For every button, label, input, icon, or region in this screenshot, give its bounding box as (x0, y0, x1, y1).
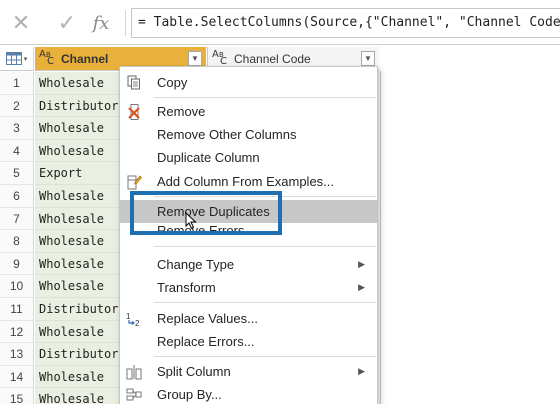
formula-bar-divider (125, 10, 126, 36)
menu-item-label: Replace Errors... (157, 334, 255, 349)
row-number: 7 (0, 207, 34, 231)
row-number: 1 (0, 72, 34, 95)
replace-values-icon: 12 (125, 310, 143, 327)
menu-item-label: Remove Other Columns (157, 127, 297, 142)
menu-item-remove-other-columns[interactable]: Remove Other Columns (120, 123, 377, 146)
menu-separator (154, 302, 376, 303)
menu-item-replace-errors[interactable]: Replace Errors... (120, 330, 377, 353)
menu-item-label: Add Column From Examples... (157, 174, 335, 189)
row-number: 4 (0, 139, 34, 163)
row-number: 2 (0, 94, 34, 118)
row-number: 13 (0, 343, 34, 366)
column-header-label: Channel Code (234, 51, 311, 66)
row-number: 12 (0, 320, 34, 344)
table-menu-button[interactable]: ▾ (0, 47, 34, 71)
menu-item-label: Replace Values... (157, 311, 258, 326)
menu-separator (154, 246, 376, 247)
column-context-menu: Copy Remove Remove Other Columns Duplica… (119, 66, 378, 404)
menu-item-label: Group By... (157, 387, 222, 402)
check-icon[interactable]: ✓ (52, 10, 82, 36)
menu-item-add-column-from-examples[interactable]: Add Column From Examples... (120, 170, 377, 193)
menu-item-remove[interactable]: Remove (120, 100, 377, 123)
add-column-examples-icon (125, 173, 143, 190)
fx-button[interactable]: fx (86, 10, 116, 36)
menu-item-label: Change Type (157, 257, 235, 272)
text-type-icon[interactable]: ACB (39, 49, 57, 67)
menu-item-transform[interactable]: Transform ▶ (120, 276, 377, 299)
menu-item-group-by[interactable]: Group By... (120, 383, 377, 404)
split-column-icon (125, 363, 143, 380)
row-number: 8 (0, 230, 34, 253)
menu-item-label: Transform (157, 280, 216, 295)
formula-input[interactable]: = Table.SelectColumns(Source,{"Channel",… (131, 8, 560, 38)
formula-bar: ✕ ✓ fx = Table.SelectColumns(Source,{"Ch… (0, 0, 560, 45)
row-number: 5 (0, 162, 34, 185)
menu-item-copy[interactable]: Copy (120, 71, 377, 94)
menu-item-label: Duplicate Column (157, 150, 260, 165)
row-number: 11 (0, 298, 34, 321)
submenu-arrow-icon: ▶ (358, 366, 365, 376)
menu-separator (154, 356, 376, 357)
row-number: 15 (0, 388, 34, 404)
column-filter-dropdown[interactable]: ▼ (188, 51, 202, 66)
row-number: 10 (0, 275, 34, 298)
row-number: 3 (0, 117, 34, 140)
menu-item-duplicate-column[interactable]: Duplicate Column (120, 146, 377, 169)
highlight-box (130, 191, 282, 235)
menu-item-split-column[interactable]: Split Column ▶ (120, 360, 377, 383)
column-filter-dropdown[interactable]: ▼ (361, 51, 375, 66)
menu-item-label: Split Column (157, 364, 231, 379)
menu-item-label: Remove (157, 104, 206, 119)
submenu-arrow-icon: ▶ (358, 282, 365, 292)
menu-separator (154, 97, 376, 98)
row-number: 6 (0, 185, 34, 208)
remove-column-icon (125, 103, 143, 120)
row-number: 14 (0, 365, 34, 389)
menu-item-change-type[interactable]: Change Type ▶ (120, 253, 377, 276)
close-icon[interactable]: ✕ (6, 10, 36, 36)
empty-grid-area (380, 71, 560, 404)
column-header-label: Channel (61, 51, 109, 66)
chevron-down-icon: ▾ (23, 55, 28, 63)
text-type-icon[interactable]: ACB (212, 49, 230, 67)
mouse-cursor-icon (185, 212, 197, 230)
svg-text:2: 2 (135, 319, 140, 327)
row-number: 9 (0, 252, 34, 276)
menu-item-label: Copy (157, 75, 188, 90)
svg-text:1: 1 (126, 312, 131, 321)
table-icon (5, 52, 22, 65)
menu-item-replace-values[interactable]: 12 Replace Values... (120, 307, 377, 330)
copy-icon (125, 74, 143, 91)
group-by-icon (125, 386, 143, 403)
submenu-arrow-icon: ▶ (358, 259, 365, 269)
